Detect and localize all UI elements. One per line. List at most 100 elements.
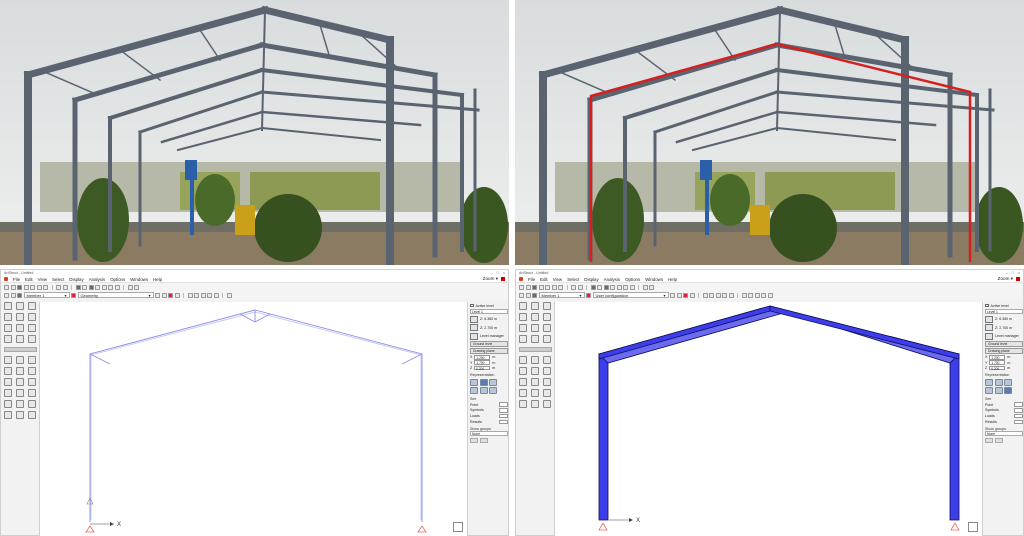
hidden-line-view-icon[interactable]: [994, 378, 1003, 386]
group-add-icon[interactable]: [470, 438, 478, 444]
undo-icon[interactable]: [56, 284, 61, 290]
group-dropdown[interactable]: None: [470, 431, 508, 437]
node-tool-icon[interactable]: [531, 302, 539, 310]
material-tool-icon[interactable]: [28, 389, 36, 397]
display-icon[interactable]: [670, 292, 675, 298]
report-tool-icon[interactable]: [543, 400, 551, 408]
truss-tool-icon[interactable]: [16, 335, 24, 343]
support-tool-icon[interactable]: [519, 356, 527, 364]
rotate-tool-icon[interactable]: [4, 335, 12, 343]
menu-edit[interactable]: Edit: [25, 277, 33, 282]
mirror-tool-icon[interactable]: [28, 378, 36, 386]
misc-icon[interactable]: [649, 284, 654, 290]
check-tool-icon[interactable]: [519, 400, 527, 408]
move-tool-icon[interactable]: [519, 378, 527, 386]
frame-tool-icon[interactable]: [4, 313, 12, 321]
cut-icon[interactable]: [545, 284, 550, 290]
grid-view-icon[interactable]: [748, 292, 753, 298]
misc-icon[interactable]: [134, 284, 139, 290]
group-dropdown[interactable]: None: [985, 431, 1023, 437]
error-icon[interactable]: [683, 292, 688, 298]
save-icon[interactable]: [17, 284, 22, 290]
undo-icon[interactable]: [571, 284, 576, 290]
menu-options[interactable]: Options: [625, 277, 640, 282]
display-icon[interactable]: [161, 292, 167, 298]
moment-tool-icon[interactable]: [531, 367, 539, 375]
delete-tool-icon[interactable]: [28, 302, 36, 310]
spring-tool-icon[interactable]: [543, 356, 551, 364]
array-tool-icon[interactable]: [4, 389, 12, 397]
new-icon[interactable]: [4, 284, 9, 290]
pan-icon[interactable]: [702, 292, 708, 298]
table-icon[interactable]: [82, 284, 87, 290]
rotate-tool-icon[interactable]: [519, 335, 527, 343]
brace-tool-icon[interactable]: [28, 324, 36, 332]
menu-help[interactable]: Help: [668, 277, 677, 282]
settings-icon[interactable]: [114, 284, 120, 290]
menu-view[interactable]: View: [38, 277, 47, 282]
solid-view-icon[interactable]: [1004, 387, 1012, 395]
see-loads-stepper[interactable]: [499, 413, 508, 419]
filter-icon[interactable]: [616, 284, 622, 290]
zoom-in-icon[interactable]: [200, 292, 206, 298]
shaded-view-icon[interactable]: [1004, 378, 1012, 386]
distributed-load-icon[interactable]: [543, 367, 551, 375]
level-manager-button[interactable]: Level manager: [480, 334, 504, 338]
spring-tool-icon[interactable]: [28, 356, 36, 364]
point-tool-icon[interactable]: [16, 313, 24, 321]
render-view-icon[interactable]: [985, 387, 993, 395]
menu-select[interactable]: Select: [52, 277, 64, 282]
active-level-checkbox[interactable]: [985, 303, 989, 308]
grid-icon[interactable]: [590, 284, 596, 290]
menu-edit[interactable]: Edit: [540, 277, 548, 282]
menu-file[interactable]: File: [528, 277, 535, 282]
layers-icon[interactable]: [610, 284, 615, 290]
solid-view-icon[interactable]: [489, 387, 497, 395]
chart-view-icon[interactable]: [761, 292, 766, 298]
menu-analysis[interactable]: Analysis: [604, 277, 620, 282]
truss-tool-icon[interactable]: [531, 335, 539, 343]
minimize-icon[interactable]: –: [1006, 271, 1008, 275]
open-icon[interactable]: [10, 284, 16, 290]
see-loads-stepper[interactable]: [1014, 413, 1023, 419]
model-viewport[interactable]: X: [554, 302, 983, 536]
view-cube-icon[interactable]: [968, 522, 978, 532]
menu-display[interactable]: Display: [584, 277, 598, 282]
paste-icon[interactable]: [43, 284, 48, 290]
table-icon[interactable]: [597, 284, 602, 290]
pencil-tool-icon[interactable]: [16, 324, 24, 332]
hinge-tool-icon[interactable]: [531, 356, 539, 364]
move-tool-icon[interactable]: [4, 378, 12, 386]
menu-analysis[interactable]: Analysis: [89, 277, 105, 282]
config-select[interactable]: User configuration ▾: [592, 292, 669, 298]
zoom-in-icon[interactable]: [715, 292, 721, 298]
calc-icon[interactable]: [88, 284, 94, 290]
measure-icon[interactable]: [741, 292, 747, 298]
see-results-stepper[interactable]: [499, 419, 508, 425]
maximize-icon[interactable]: □: [497, 271, 499, 275]
shaded-view-icon[interactable]: [489, 378, 497, 386]
copy-tool-icon[interactable]: [531, 378, 539, 386]
result-tool-icon[interactable]: [531, 400, 539, 408]
error-icon[interactable]: [168, 292, 173, 298]
group-edit-icon[interactable]: [480, 438, 488, 444]
view-2d-icon[interactable]: [4, 292, 9, 298]
section-tool-icon[interactable]: [531, 389, 539, 397]
menu-display[interactable]: Display: [69, 277, 83, 282]
pan-icon[interactable]: [187, 292, 193, 298]
column-tool-icon[interactable]: [519, 324, 527, 332]
node-tool-icon[interactable]: [16, 302, 24, 310]
redo-icon[interactable]: [577, 284, 583, 290]
level-manager-button[interactable]: Level manager: [995, 334, 1019, 338]
active-level-checkbox[interactable]: [470, 303, 474, 308]
x-field[interactable]: 1.200: [474, 355, 491, 360]
menu-file[interactable]: File: [13, 277, 20, 282]
alert-icon[interactable]: [501, 277, 505, 281]
paste-icon[interactable]: [558, 284, 563, 290]
close-icon[interactable]: ×: [503, 271, 505, 275]
label-tool-icon[interactable]: [16, 411, 24, 419]
close-icon[interactable]: ×: [1018, 271, 1020, 275]
measure-icon[interactable]: [226, 292, 232, 298]
copy-icon[interactable]: [36, 284, 42, 290]
view-icon[interactable]: [623, 284, 628, 290]
